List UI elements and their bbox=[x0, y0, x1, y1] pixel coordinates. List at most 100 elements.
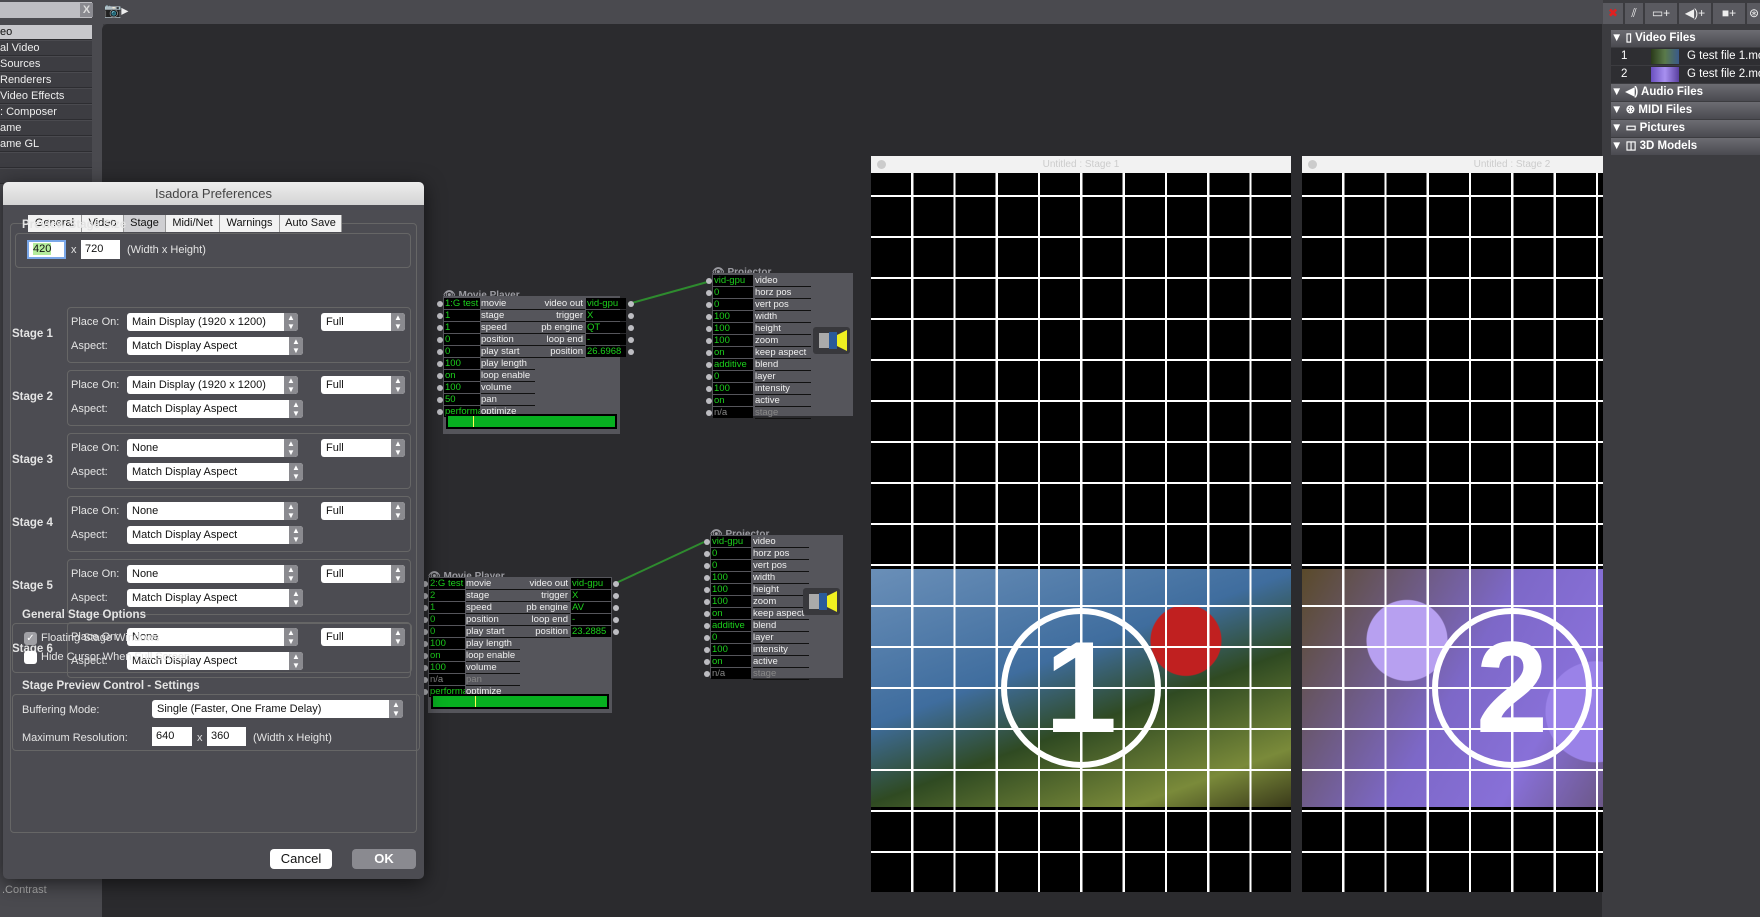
input-value[interactable]: 100 bbox=[711, 596, 751, 607]
output-port-dot[interactable] bbox=[613, 605, 619, 611]
disclosure-triangle-icon[interactable]: ▼ bbox=[1611, 32, 1626, 44]
output-port-dot[interactable] bbox=[613, 629, 619, 635]
input-value[interactable]: 100 bbox=[429, 662, 465, 673]
input-port-row[interactable]: vid-gpu video bbox=[704, 536, 824, 548]
max-height-input[interactable]: 360 bbox=[207, 727, 246, 746]
input-value[interactable]: additive bbox=[713, 359, 753, 370]
input-value[interactable]: vid-gpu bbox=[713, 275, 753, 286]
input-value[interactable]: additive bbox=[711, 620, 751, 631]
output-port-dot[interactable] bbox=[613, 617, 619, 623]
input-value[interactable]: 0 bbox=[711, 632, 751, 643]
input-value[interactable]: n/a bbox=[429, 674, 465, 685]
output-port-row[interactable]: position 23.2885 bbox=[512, 626, 622, 638]
add-picture-icon[interactable]: ■+ bbox=[1713, 3, 1745, 24]
input-port-dot[interactable] bbox=[704, 599, 710, 605]
input-port-dot[interactable] bbox=[706, 338, 712, 344]
input-value[interactable]: 100 bbox=[713, 383, 753, 394]
input-value[interactable]: 0 bbox=[711, 548, 751, 559]
input-port-dot[interactable] bbox=[706, 290, 712, 296]
input-value[interactable]: on bbox=[429, 650, 465, 661]
input-port-dot[interactable] bbox=[706, 362, 712, 368]
input-value[interactable]: 100 bbox=[713, 335, 753, 346]
delete-icon[interactable]: ✖ bbox=[1603, 3, 1623, 24]
input-port-dot[interactable] bbox=[437, 361, 443, 367]
input-port-row[interactable]: on active bbox=[706, 395, 826, 407]
output-value[interactable]: - bbox=[571, 614, 611, 625]
input-port-row[interactable]: 100 intensity bbox=[706, 383, 826, 395]
output-port-row[interactable]: video out vid-gpu bbox=[512, 578, 622, 590]
output-value[interactable]: - bbox=[586, 334, 626, 345]
aspect-select[interactable]: Match Display Aspect ▲ ▼ bbox=[127, 526, 303, 544]
input-port-row[interactable]: additive blend bbox=[704, 620, 824, 632]
buffering-mode-select[interactable]: Single (Faster, One Frame Delay) ▲ ▼ bbox=[152, 700, 403, 718]
output-port-dot[interactable] bbox=[628, 349, 634, 355]
input-value[interactable]: 0 bbox=[444, 334, 480, 345]
mode-select[interactable]: Full ▲ ▼ bbox=[321, 502, 405, 520]
input-port-row[interactable]: 100 volume bbox=[422, 662, 542, 674]
input-value[interactable]: 100 bbox=[713, 323, 753, 334]
input-port-row[interactable]: 100 height bbox=[706, 323, 826, 335]
place-on-select[interactable]: None ▲ ▼ bbox=[127, 502, 298, 520]
input-port-dot[interactable] bbox=[437, 409, 443, 415]
input-value[interactable]: 1 bbox=[429, 602, 465, 613]
output-port-dot[interactable] bbox=[628, 337, 634, 343]
place-on-select[interactable]: Main Display (1920 x 1200) ▲ ▼ bbox=[127, 313, 298, 331]
input-value[interactable]: 2 bbox=[429, 590, 465, 601]
input-value[interactable]: 0 bbox=[711, 560, 751, 571]
media-file-row[interactable]: 1 G test file 1.mov bbox=[1611, 48, 1760, 65]
input-port-row[interactable]: 0 horz pos bbox=[706, 287, 826, 299]
input-value[interactable]: on bbox=[711, 656, 751, 667]
add-video-icon[interactable]: ▭+ bbox=[1645, 3, 1677, 24]
max-width-input[interactable]: 640 bbox=[152, 727, 192, 746]
input-port-dot[interactable] bbox=[706, 326, 712, 332]
media-category[interactable]: ▼ ▯ Video Files bbox=[1611, 30, 1760, 47]
output-port-row[interactable]: trigger X bbox=[512, 590, 622, 602]
output-value[interactable]: AV bbox=[571, 602, 611, 613]
place-on-select[interactable]: Main Display (1920 x 1200) ▲ ▼ bbox=[127, 376, 298, 394]
output-port-dot[interactable] bbox=[628, 301, 634, 307]
input-port-dot[interactable] bbox=[437, 397, 443, 403]
input-port-row[interactable]: on keep aspect bbox=[706, 347, 826, 359]
input-value[interactable]: 1 bbox=[444, 310, 480, 321]
input-port-dot[interactable] bbox=[706, 314, 712, 320]
input-port-row[interactable]: 100 play length bbox=[422, 638, 542, 650]
aspect-select[interactable]: Match Display Aspect ▲ ▼ bbox=[127, 589, 303, 607]
ok-button[interactable]: OK bbox=[352, 849, 416, 869]
input-port-row[interactable]: vid-gpu video bbox=[706, 275, 826, 287]
add-audio-icon[interactable]: ◀)+ bbox=[1679, 3, 1711, 24]
input-port-dot[interactable] bbox=[704, 575, 710, 581]
input-port-row[interactable]: n/a stage bbox=[704, 668, 824, 680]
input-port-row[interactable]: on loop enable bbox=[422, 650, 542, 662]
output-port-row[interactable]: position 26.6968 bbox=[527, 346, 637, 358]
hide-cursor-checkbox[interactable] bbox=[24, 651, 37, 664]
input-port-row[interactable]: 100 zoom bbox=[706, 335, 826, 347]
output-value[interactable]: vid-gpu bbox=[586, 298, 626, 309]
input-port-row[interactable]: 0 layer bbox=[706, 371, 826, 383]
output-port-dot[interactable] bbox=[613, 581, 619, 587]
input-value[interactable]: 0 bbox=[429, 626, 465, 637]
input-port-row[interactable]: 100 volume bbox=[437, 382, 557, 394]
output-value[interactable]: X bbox=[571, 590, 611, 601]
cancel-button[interactable]: Cancel bbox=[270, 849, 332, 869]
preview-height-input[interactable]: 720 bbox=[81, 240, 120, 259]
input-port-row[interactable]: 0 vert pos bbox=[704, 560, 824, 572]
input-value[interactable]: 100 bbox=[444, 382, 480, 393]
tab-midi-net[interactable]: Midi/Net bbox=[166, 215, 220, 232]
input-value[interactable]: on bbox=[713, 395, 753, 406]
output-value[interactable]: 23.2885 bbox=[571, 626, 611, 637]
input-port-dot[interactable] bbox=[704, 659, 710, 665]
input-value[interactable]: 100 bbox=[444, 358, 480, 369]
input-value[interactable]: 0 bbox=[713, 371, 753, 382]
input-port-dot[interactable] bbox=[706, 410, 712, 416]
input-port-row[interactable]: on loop enable bbox=[437, 370, 557, 382]
mode-select[interactable]: Full ▲ ▼ bbox=[321, 376, 405, 394]
output-port-row[interactable]: video out vid-gpu bbox=[527, 298, 637, 310]
input-port-row[interactable]: 0 vert pos bbox=[706, 299, 826, 311]
output-port-row[interactable]: pb engine QT bbox=[527, 322, 637, 334]
aspect-select[interactable]: Match Display Aspect ▲ ▼ bbox=[127, 463, 303, 481]
input-port-row[interactable]: 50 pan bbox=[437, 394, 557, 406]
input-port-dot[interactable] bbox=[706, 350, 712, 356]
input-value[interactable]: 100 bbox=[711, 572, 751, 583]
stage-title-bar[interactable]: Untitled : Stage 1 bbox=[871, 156, 1291, 173]
mode-select[interactable]: Full ▲ ▼ bbox=[321, 313, 405, 331]
